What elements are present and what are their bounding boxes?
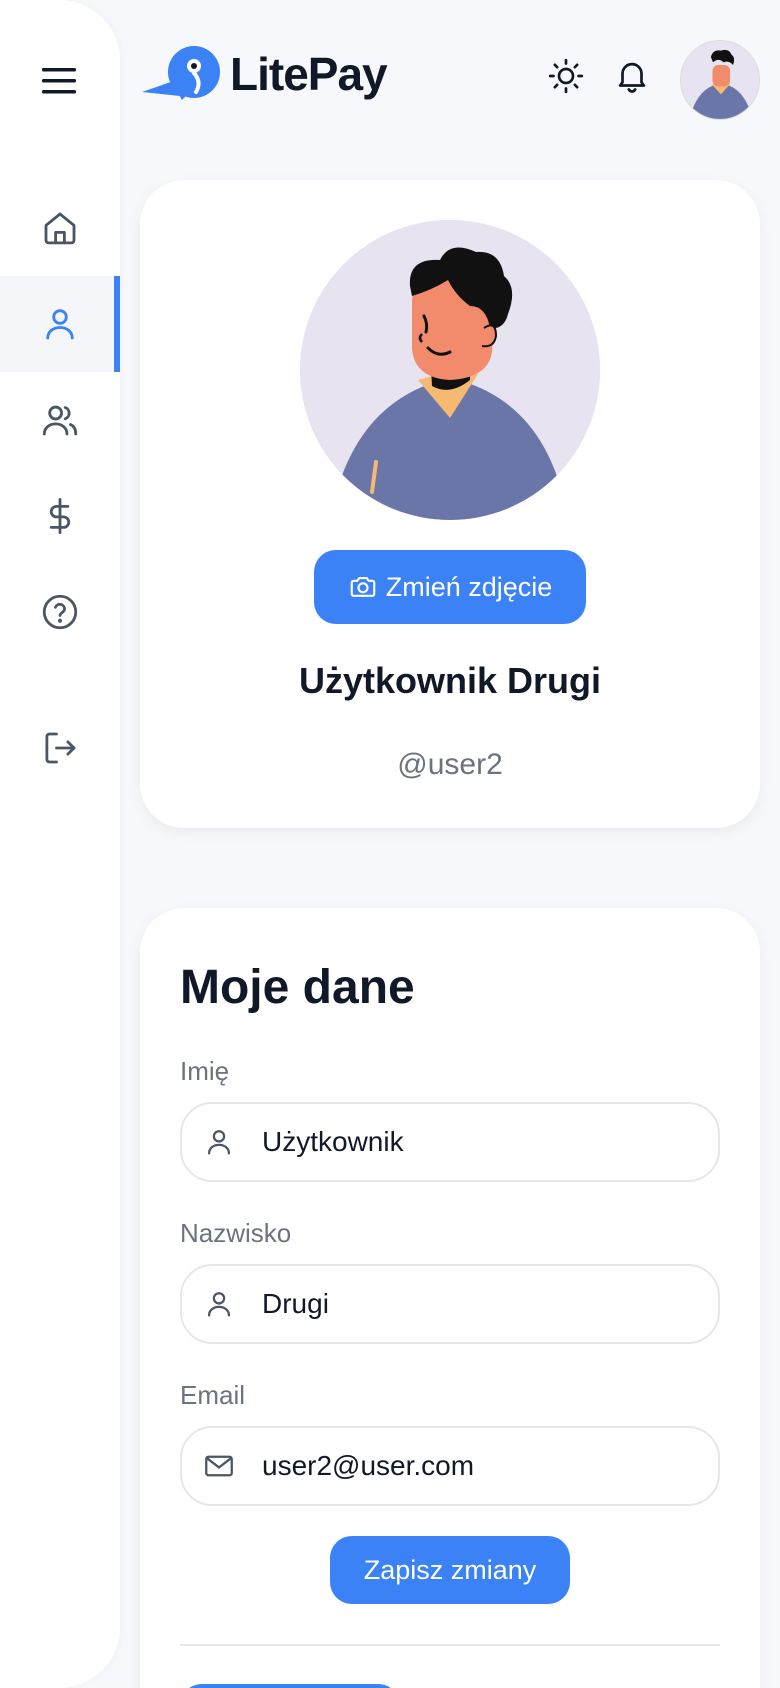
header-avatar[interactable] — [680, 40, 760, 120]
help-circle-icon — [42, 594, 78, 630]
profile-card: Zmień zdjęcie Użytkownik Drugi @user2 — [140, 180, 760, 828]
first-name-input[interactable] — [262, 1126, 702, 1158]
email-label: Email — [180, 1380, 246, 1410]
my-data-card: Moje dane Imię Nazwisko Email Zapisz zmi… — [140, 908, 760, 1688]
hamburger-menu-icon[interactable] — [40, 64, 80, 98]
app-logo[interactable]: LitePay — [140, 42, 388, 106]
section-title: Moje dane — [180, 961, 415, 1014]
mail-icon — [205, 1455, 233, 1477]
home-icon — [44, 212, 76, 245]
partial-button[interactable] — [180, 1684, 400, 1688]
sidebar — [0, 0, 120, 1688]
user-icon — [207, 1292, 231, 1317]
last-name-input[interactable] — [262, 1288, 702, 1320]
sidebar-item-contacts[interactable] — [0, 372, 120, 468]
app-name: LitePay — [230, 48, 388, 100]
dollar-icon — [49, 497, 71, 535]
sidebar-item-logout[interactable] — [0, 700, 120, 796]
sidebar-item-help[interactable] — [0, 564, 120, 660]
divider — [180, 1644, 720, 1646]
sidebar-item-home[interactable] — [0, 180, 120, 276]
sidebar-item-profile[interactable] — [0, 276, 120, 372]
users-icon — [42, 405, 78, 436]
first-name-label: Imię — [180, 1056, 230, 1086]
profile-handle: @user2 — [397, 748, 503, 781]
user-icon — [46, 309, 74, 340]
first-name-field-wrapper — [180, 1102, 720, 1182]
last-name-field-wrapper — [180, 1264, 720, 1344]
change-photo-button[interactable]: Zmień zdjęcie — [314, 550, 586, 624]
bell-icon[interactable] — [610, 54, 654, 98]
email-input[interactable] — [262, 1450, 702, 1482]
camera-icon — [350, 576, 376, 597]
save-changes-button[interactable]: Zapisz zmiany — [330, 1536, 570, 1604]
email-field-wrapper — [180, 1426, 720, 1506]
sidebar-item-payments[interactable] — [0, 468, 120, 564]
sun-icon[interactable] — [544, 54, 588, 98]
profile-full-name: Użytkownik Drugi — [298, 660, 602, 701]
last-name-label: Nazwisko — [180, 1218, 292, 1248]
logout-icon — [45, 732, 76, 764]
change-photo-label: Zmień zdjęcie — [385, 571, 553, 602]
bird-logo-icon — [142, 46, 220, 100]
profile-avatar — [300, 220, 600, 520]
user-icon — [207, 1130, 231, 1155]
